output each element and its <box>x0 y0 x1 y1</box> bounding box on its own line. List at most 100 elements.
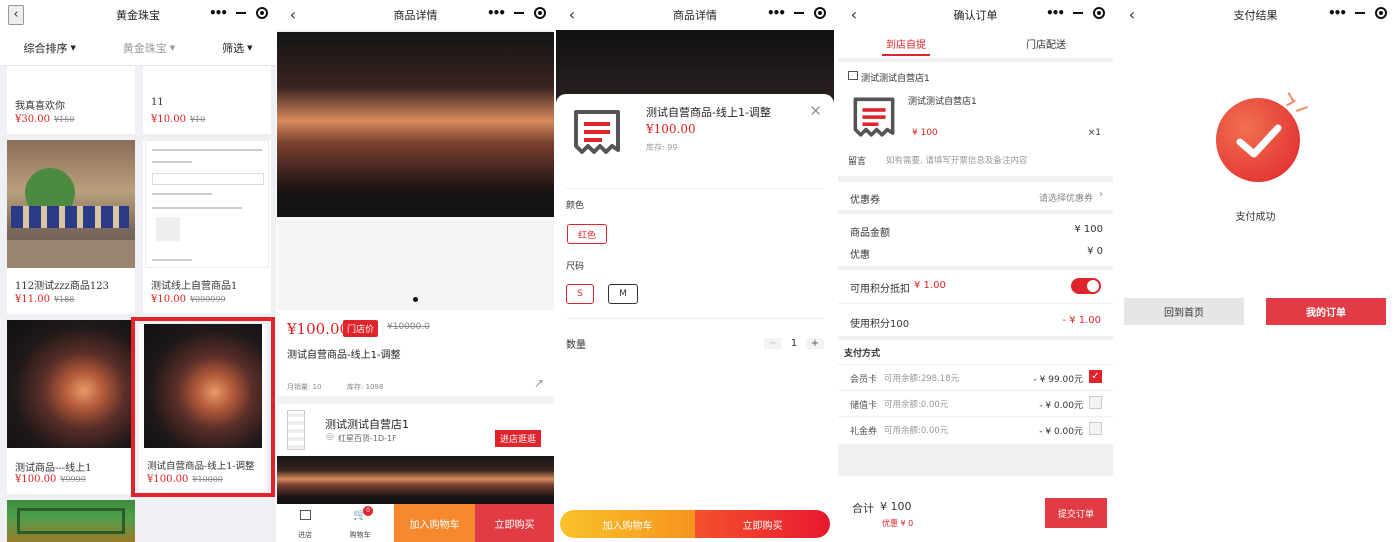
back-icon[interactable]: ‹ <box>8 5 24 25</box>
my-orders-button[interactable]: 我的订单 <box>1266 298 1386 325</box>
buy-now-button[interactable]: 立即购买 <box>475 504 554 542</box>
nav-bar: ‹ 商品详情 ••• <box>277 0 554 30</box>
checkbox-unchecked[interactable] <box>1089 422 1102 435</box>
sheet-add-to-cart-button[interactable]: 加入购物车 <box>560 510 695 538</box>
capsule-menu: ••• <box>1046 6 1105 20</box>
back-icon[interactable]: ‹ <box>1124 5 1140 25</box>
doc-line <box>152 149 262 151</box>
payment-amount: - ¥ 99.00元 <box>1033 375 1083 385</box>
product-card[interactable]: 测试自营商品-线上1-调整 ¥100.00 ¥10000 <box>139 324 267 492</box>
delivery-tabs: 到店自提 门店配送 <box>838 30 1113 58</box>
back-icon[interactable]: ‹ <box>564 5 580 25</box>
use-points-value: - ¥ 1.00 <box>1062 315 1101 326</box>
quantity-value[interactable]: 1 <box>782 338 806 349</box>
sheet-buy-now-button[interactable]: 立即购买 <box>695 510 830 538</box>
share-icon[interactable]: ↗ <box>534 376 544 390</box>
points-toggle[interactable] <box>1071 278 1101 294</box>
gallery-dot[interactable] <box>413 297 418 302</box>
checkbox-unchecked[interactable] <box>1089 396 1102 409</box>
product-gallery[interactable] <box>277 32 554 217</box>
minimize-icon[interactable] <box>514 12 524 14</box>
more-icon[interactable]: ••• <box>767 6 786 20</box>
sort-bar: 综合排序 ▼ 黄金珠宝 ▼ 筛选 ▼ <box>0 30 276 66</box>
price-value: ¥100.00 <box>147 474 189 485</box>
message-input[interactable]: 如有需要, 请填写开票信息及备注内容 <box>886 154 1027 166</box>
visit-store-button[interactable]: 进店逛逛 <box>495 430 542 447</box>
coupon-value: 请选择优惠券 <box>1038 194 1093 204</box>
dimmed-backdrop[interactable] <box>556 30 834 100</box>
category-screen: ‹ 黄金珠宝 ••• 综合排序 ▼ 黄金珠宝 ▼ 筛选 ▼ 我真喜欢你 ¥30.00 ¥… <box>0 0 276 542</box>
more-icon[interactable]: ••• <box>487 6 506 20</box>
decrease-button[interactable]: − <box>764 337 782 349</box>
product-card[interactable]: 测试商品---线上1 ¥100.00 ¥9999 <box>7 320 135 494</box>
toggle-knob <box>1087 280 1099 292</box>
add-to-cart-button[interactable]: 加入购物车 <box>394 504 475 542</box>
original-price: ¥999999 <box>190 295 226 304</box>
product-title: 测试自营商品-线上1-调整 <box>147 461 255 472</box>
close-target-icon[interactable] <box>814 7 826 19</box>
nav-bar: ‹ 商品详情 ••• <box>556 0 834 30</box>
figures-shape <box>11 206 129 228</box>
minimize-icon[interactable] <box>794 12 804 14</box>
sku-sheet: 测试自营商品-线上1-调整 ¥100.00 库存: 99 ✕ 颜色 红色 尺码 … <box>556 94 834 542</box>
more-icon[interactable]: ••• <box>1046 6 1065 20</box>
submit-order-button[interactable]: 提交订单 <box>1045 498 1107 528</box>
nav-store[interactable]: 进店 <box>291 508 319 541</box>
back-icon[interactable]: ‹ <box>846 5 862 25</box>
payment-option[interactable]: 会员卡 可用余额:298.18元 - ¥ 99.00元 ✓ <box>838 364 1113 390</box>
close-target-icon[interactable] <box>1375 7 1387 19</box>
message-label: 留言 <box>848 157 867 167</box>
original-price: ¥150 <box>54 115 75 124</box>
original-price: ¥188 <box>54 295 75 304</box>
minimize-icon[interactable] <box>1073 12 1083 14</box>
product-title: 测试线上自营商品1 <box>151 281 238 292</box>
nav-cart[interactable]: 🛒 0 购物车 <box>343 506 377 541</box>
product-card[interactable]: 我真喜欢你 ¥30.00 ¥150 <box>7 66 135 134</box>
original-price: ¥9999 <box>60 475 86 484</box>
product-card[interactable]: 11 ¥10.00 ¥10 <box>143 66 271 134</box>
payment-option[interactable]: 储值卡 可用余额:0.00元 - ¥ 0.00元 <box>838 390 1113 416</box>
sort-default[interactable]: 综合排序 ▼ <box>23 40 75 56</box>
minimize-icon[interactable] <box>236 12 246 14</box>
nav-bar: ‹ 支付结果 ••• <box>1116 0 1395 30</box>
store-section: 测试测试自营店1 ◎ 红星百货-1D-1F 进店逛逛 <box>277 404 554 456</box>
minimize-icon[interactable] <box>1355 12 1365 14</box>
product-image <box>145 140 269 268</box>
filter-button[interactable]: 筛选 ▼ <box>222 40 252 56</box>
checkbox-checked[interactable]: ✓ <box>1089 370 1102 383</box>
payment-option[interactable]: 礼金券 可用余额:0.00元 - ¥ 0.00元 <box>838 416 1113 442</box>
payment-result-screen: ‹ 支付结果 ••• 支付成功 回到首页 我的订单 <box>1116 0 1395 542</box>
nav-cart-label: 购物车 <box>349 531 371 539</box>
close-icon[interactable]: ✕ <box>809 102 822 120</box>
color-option-red[interactable]: 红色 <box>567 224 607 244</box>
divider <box>566 318 824 319</box>
original-price: ¥10000 <box>192 475 223 484</box>
coupon-row[interactable]: 优惠券 请选择优惠券 › <box>838 182 1113 210</box>
price-value: ¥10.00 <box>151 114 186 125</box>
close-target-icon[interactable] <box>256 7 268 19</box>
tab-delivery[interactable]: 门店配送 <box>1026 36 1066 51</box>
back-home-button[interactable]: 回到首页 <box>1124 298 1244 325</box>
store-order-block: 测试测试自营店1 测试测试自营店1 ¥ 100 ×1 留言 如有需要, 请填写开… <box>838 62 1113 176</box>
color-label: 颜色 <box>566 201 585 211</box>
close-target-icon[interactable] <box>534 7 546 19</box>
close-target-icon[interactable] <box>1093 7 1105 19</box>
tab-pickup[interactable]: 到店自提 <box>886 36 926 51</box>
increase-button[interactable]: + <box>806 337 824 349</box>
size-option-s[interactable]: S <box>566 284 594 304</box>
size-label: 尺码 <box>566 262 585 272</box>
points-block: 可用积分抵扣 ¥ 1.00 使用积分100 - ¥ 1.00 <box>838 270 1113 336</box>
sort-category[interactable]: 黄金珠宝 ▼ <box>123 40 175 56</box>
product-card[interactable] <box>7 500 135 542</box>
store-qr-icon <box>287 410 305 450</box>
frame-shape <box>17 508 125 534</box>
payment-name: 储值卡 <box>850 401 878 411</box>
size-option-m[interactable]: M <box>608 284 638 304</box>
product-card[interactable]: 测试线上自营商品1 ¥10.00 ¥999999 <box>143 140 271 314</box>
payment-name: 会员卡 <box>850 375 878 385</box>
back-icon[interactable]: ‹ <box>285 5 301 25</box>
more-icon[interactable]: ••• <box>1328 6 1347 20</box>
more-icon[interactable]: ••• <box>209 6 228 20</box>
product-card[interactable]: 112测试zzz商品123 ¥11.00 ¥188 <box>7 140 135 314</box>
sparkle-line <box>1296 106 1308 112</box>
